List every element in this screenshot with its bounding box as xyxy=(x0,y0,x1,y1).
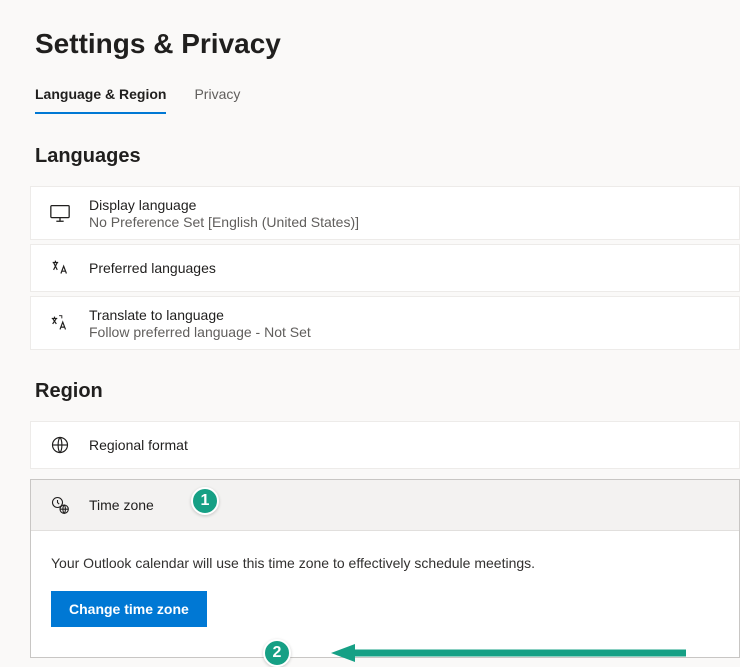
section-header-region: Region xyxy=(35,380,740,403)
time-zone-body: Your Outlook calendar will use this time… xyxy=(31,531,739,657)
page-title: Settings & Privacy xyxy=(35,28,740,60)
globe-icon xyxy=(47,432,73,458)
card-translate-language[interactable]: Translate to language Follow preferred l… xyxy=(30,296,740,350)
card-regional-format[interactable]: Regional format xyxy=(30,421,740,469)
time-zone-description: Your Outlook calendar will use this time… xyxy=(51,555,719,571)
monitor-icon xyxy=(47,200,73,226)
time-zone-header[interactable]: Time zone 1 xyxy=(31,480,739,531)
annotation-badge-2: 2 xyxy=(263,639,291,667)
language-character-icon xyxy=(47,255,73,281)
time-zone-title: Time zone xyxy=(89,497,154,513)
section-header-languages: Languages xyxy=(35,145,740,168)
regional-format-title: Regional format xyxy=(89,437,188,453)
card-preferred-languages[interactable]: Preferred languages xyxy=(30,244,740,292)
translate-language-title: Translate to language xyxy=(89,307,311,323)
preferred-languages-title: Preferred languages xyxy=(89,260,216,276)
translate-language-sub: Follow preferred language - Not Set xyxy=(89,324,311,340)
languages-list: Display language No Preference Set [Engl… xyxy=(30,186,740,350)
tabs: Language & Region Privacy xyxy=(35,86,740,115)
clock-globe-icon xyxy=(47,492,73,518)
display-language-title: Display language xyxy=(89,197,359,213)
arrow-left-icon xyxy=(331,643,691,663)
change-time-zone-button[interactable]: Change time zone xyxy=(51,591,207,627)
display-language-sub: No Preference Set [English (United State… xyxy=(89,214,359,230)
card-display-language[interactable]: Display language No Preference Set [Engl… xyxy=(30,186,740,240)
annotation-badge-1: 1 xyxy=(191,487,219,515)
time-zone-panel: Time zone 1 Your Outlook calendar will u… xyxy=(30,479,740,658)
region-list: Regional format xyxy=(30,421,740,469)
translate-icon xyxy=(47,310,73,336)
annotation-arrow: 2 xyxy=(263,639,691,667)
tab-language-region[interactable]: Language & Region xyxy=(35,86,166,114)
tab-privacy[interactable]: Privacy xyxy=(194,86,240,114)
